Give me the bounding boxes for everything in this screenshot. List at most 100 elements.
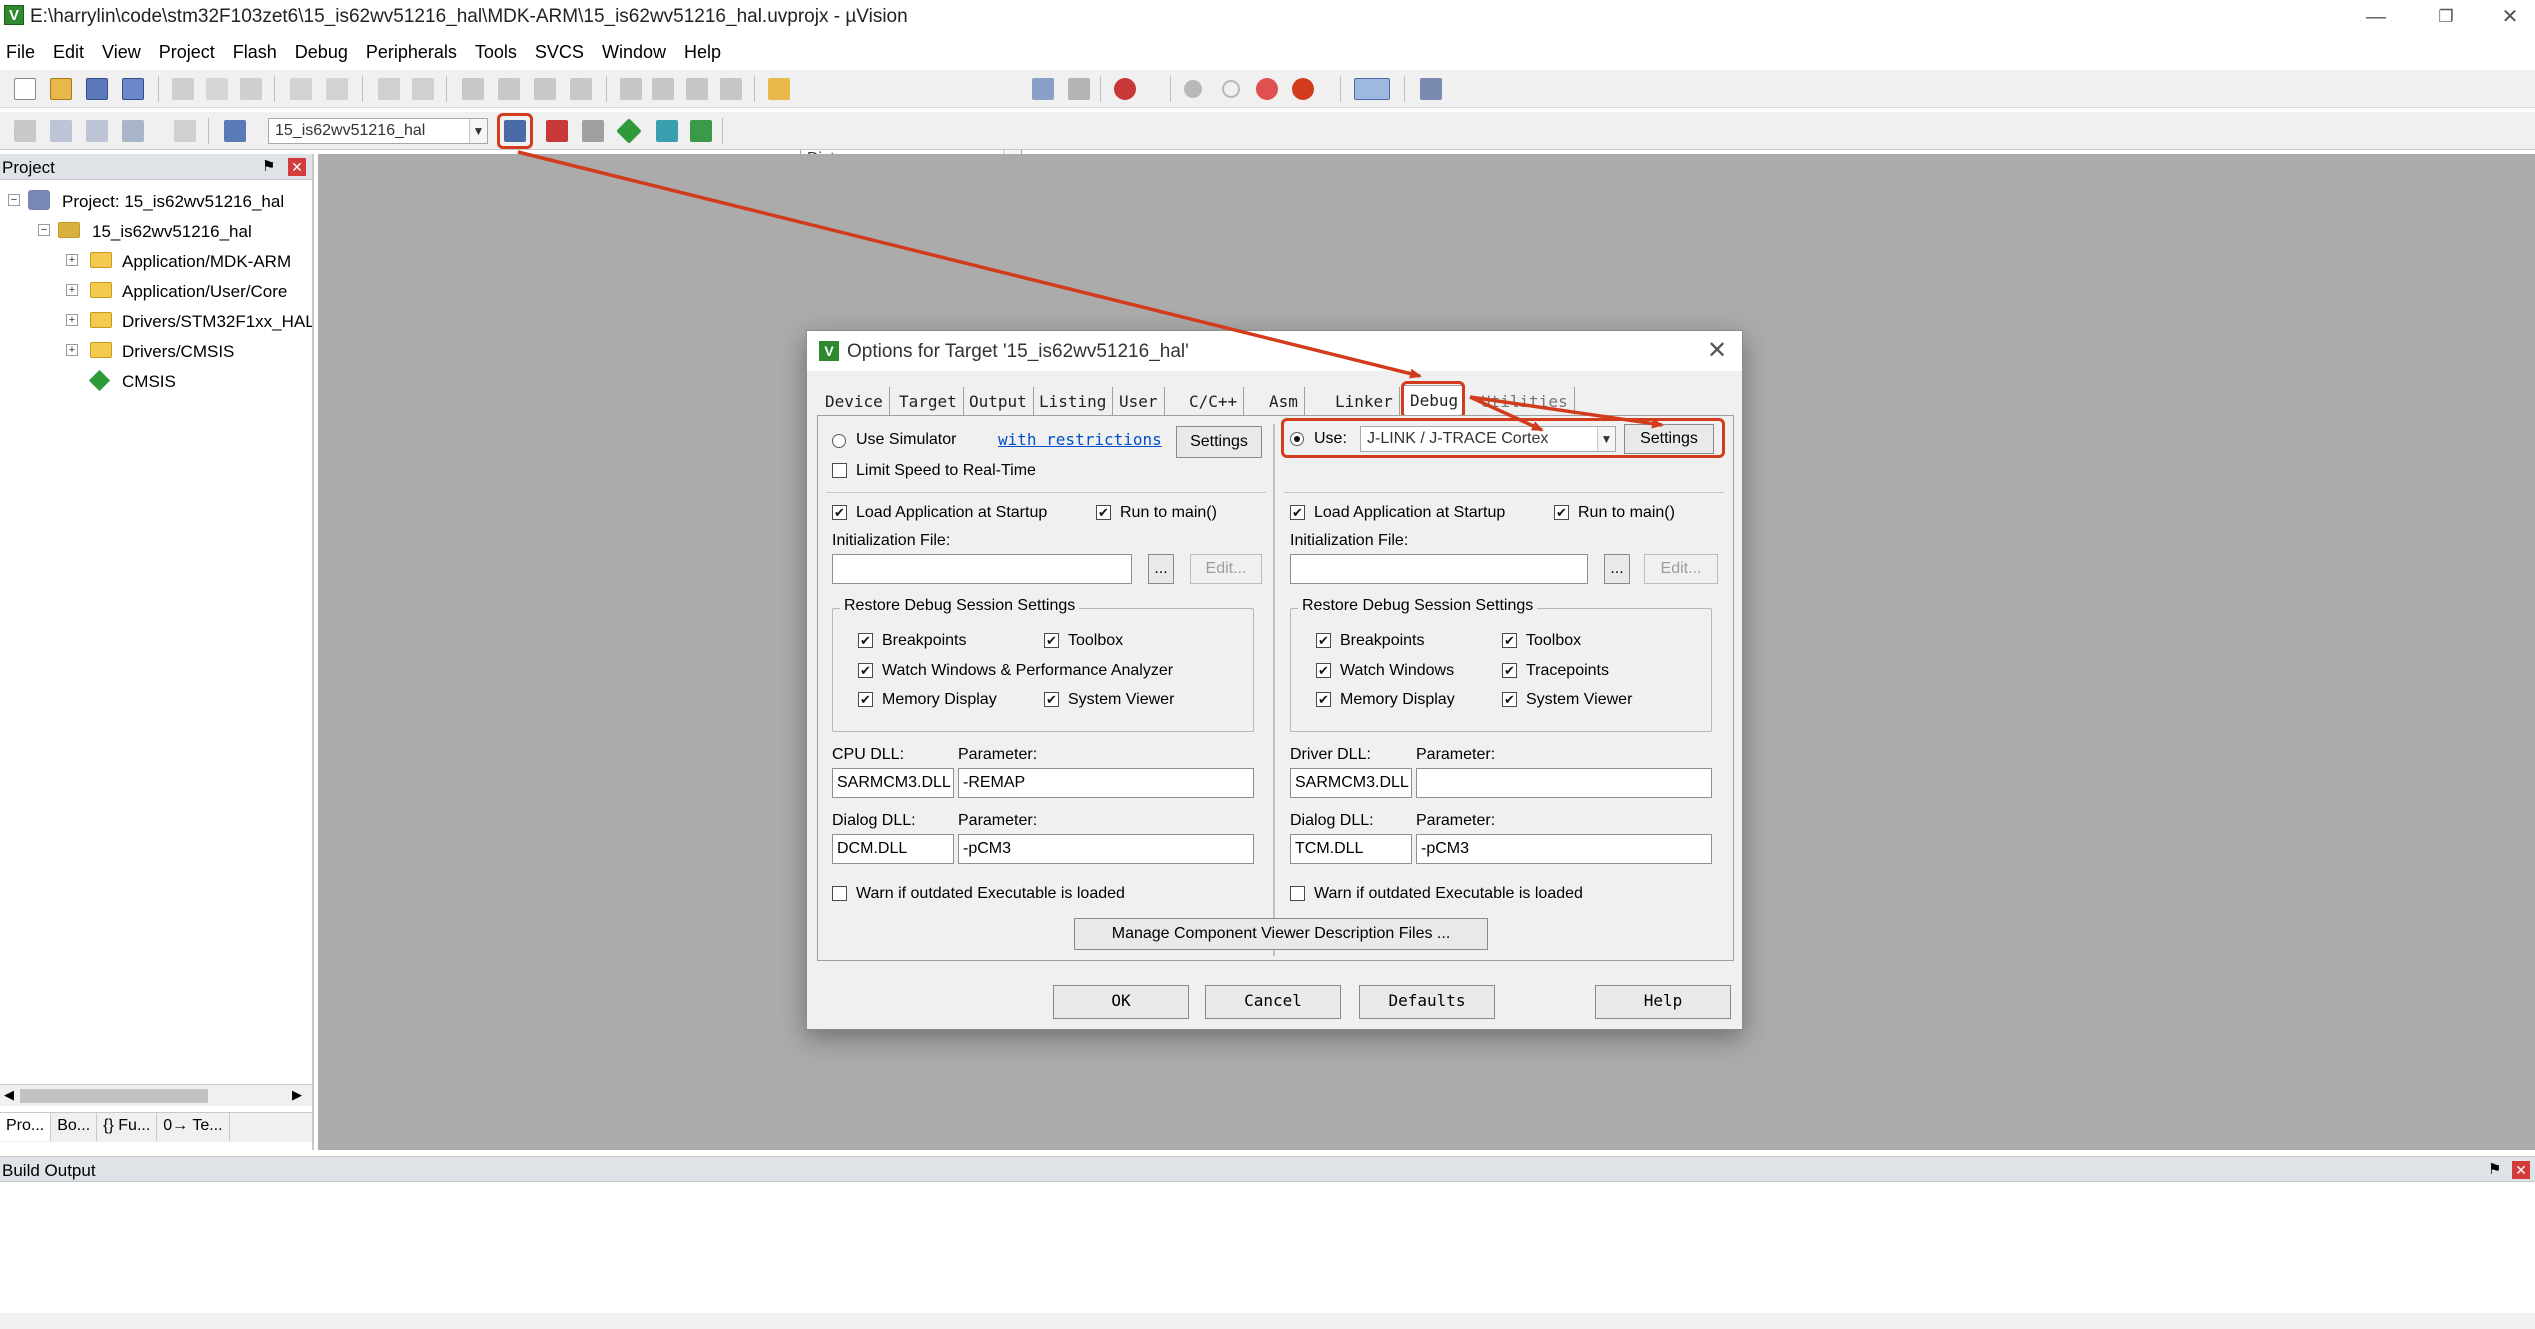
dialog-dll-input[interactable]: TCM.DLL — [1290, 834, 1412, 864]
menu-window[interactable]: Window — [593, 42, 675, 63]
expand-icon[interactable]: + — [66, 284, 78, 296]
manage-project-items-icon[interactable] — [546, 120, 568, 142]
configure-icon[interactable] — [1420, 78, 1442, 100]
menu-peripherals[interactable]: Peripherals — [357, 42, 466, 63]
cpu-parameter-input[interactable]: -REMAP — [958, 768, 1254, 798]
expand-icon[interactable]: + — [66, 254, 78, 266]
incremental-find-icon[interactable] — [1068, 78, 1090, 100]
horizontal-scrollbar[interactable]: ◀ ▶ — [0, 1084, 312, 1106]
breakpoints-checkbox[interactable]: ✔ — [1316, 633, 1331, 648]
tab-project[interactable]: Pro... — [0, 1113, 52, 1141]
bookmark-icon[interactable] — [462, 78, 484, 100]
save-all-icon[interactable] — [122, 78, 144, 100]
pin-icon[interactable]: ⚑ — [2488, 1160, 2501, 1178]
dialog-dll-input[interactable]: DCM.DLL — [832, 834, 954, 864]
menu-view[interactable]: View — [93, 42, 150, 63]
target-combo[interactable]: 15_is62wv51216_hal ▼ — [268, 118, 488, 144]
debug-driver-select[interactable]: J-LINK / J-TRACE Cortex ▼ — [1360, 426, 1616, 452]
save-icon[interactable] — [86, 78, 108, 100]
menu-tools[interactable]: Tools — [466, 42, 526, 63]
tab-functions[interactable]: {} Fu... — [97, 1113, 158, 1141]
comment-icon[interactable] — [686, 78, 708, 100]
tree-item-cmsis[interactable]: CMSIS — [0, 366, 312, 396]
initialization-file-input[interactable] — [832, 554, 1132, 584]
collapse-icon[interactable]: − — [38, 224, 50, 236]
cancel-button[interactable]: Cancel — [1205, 985, 1341, 1019]
window-layout-icon[interactable] — [1354, 78, 1390, 100]
load-application-checkbox[interactable]: ✔ — [1290, 505, 1305, 520]
batch-build-icon[interactable] — [122, 120, 144, 142]
menu-file[interactable]: File — [0, 42, 44, 63]
menu-flash[interactable]: Flash — [224, 42, 286, 63]
menu-edit[interactable]: Edit — [44, 42, 93, 63]
cut-icon[interactable] — [172, 78, 194, 100]
close-icon[interactable]: ✕ — [288, 158, 306, 176]
disable-breakpoints-icon[interactable] — [1256, 78, 1278, 100]
start-debug-icon[interactable] — [1114, 78, 1136, 100]
close-icon[interactable]: ✕ — [2512, 1161, 2530, 1179]
simulator-settings-button[interactable]: Settings — [1176, 426, 1262, 458]
build-icon[interactable] — [50, 120, 72, 142]
tree-item-group[interactable]: + Drivers/CMSIS — [0, 336, 312, 366]
menu-help[interactable]: Help — [675, 42, 730, 63]
expand-icon[interactable]: + — [66, 344, 78, 356]
collapse-icon[interactable]: − — [8, 194, 20, 206]
run-to-main-checkbox[interactable]: ✔ — [1096, 505, 1111, 520]
tab-templates[interactable]: 0→ Te... — [157, 1113, 230, 1141]
find-in-files-icon[interactable] — [768, 78, 790, 100]
scrollbar-thumb[interactable] — [20, 1089, 208, 1103]
chevron-down-icon[interactable]: ▼ — [469, 119, 487, 143]
dialog-parameter-input[interactable]: -pCM3 — [1416, 834, 1712, 864]
tab-cpp[interactable]: C/C++ — [1183, 387, 1245, 415]
tab-target[interactable]: Target — [893, 387, 964, 415]
translate-icon[interactable] — [14, 120, 36, 142]
build-output-scrollbar[interactable] — [0, 1313, 2535, 1329]
stop-build-icon[interactable] — [174, 120, 196, 142]
menu-svcs[interactable]: SVCS — [526, 42, 593, 63]
tab-output[interactable]: Output — [963, 387, 1034, 415]
dialog-close-icon[interactable]: ✕ — [1702, 337, 1732, 365]
watch-windows-checkbox[interactable]: ✔ — [1316, 663, 1331, 678]
tab-listing[interactable]: Listing — [1033, 387, 1114, 415]
tracepoints-checkbox[interactable]: ✔ — [1502, 663, 1517, 678]
browse-init-file-button[interactable]: ... — [1604, 554, 1630, 584]
options-for-target-icon[interactable] — [504, 120, 526, 142]
tree-item-group[interactable]: + Drivers/STM32F1xx_HAL — [0, 306, 312, 336]
redo-icon[interactable] — [326, 78, 348, 100]
new-file-icon[interactable] — [14, 78, 36, 100]
toolbox-checkbox[interactable]: ✔ — [1502, 633, 1517, 648]
limit-speed-checkbox[interactable] — [832, 463, 847, 478]
pin-icon[interactable]: ⚑ — [262, 157, 275, 175]
breakpoints-checkbox[interactable]: ✔ — [858, 633, 873, 648]
tab-user[interactable]: User — [1113, 387, 1165, 415]
tree-item-target[interactable]: − 15_is62wv51216_hal — [0, 216, 312, 246]
tab-device[interactable]: Device — [819, 387, 890, 415]
expand-icon[interactable]: + — [66, 314, 78, 326]
navigate-forward-icon[interactable] — [412, 78, 434, 100]
copy-icon[interactable] — [206, 78, 228, 100]
kill-breakpoints-icon[interactable] — [1292, 78, 1314, 100]
prev-bookmark-icon[interactable] — [498, 78, 520, 100]
with-restrictions-link[interactable]: with restrictions — [998, 430, 1162, 449]
menu-debug[interactable]: Debug — [286, 42, 357, 63]
run-to-main-checkbox[interactable]: ✔ — [1554, 505, 1569, 520]
help-button[interactable]: Help — [1595, 985, 1731, 1019]
defaults-button[interactable]: Defaults — [1359, 985, 1495, 1019]
next-bookmark-icon[interactable] — [534, 78, 556, 100]
select-packs-icon[interactable] — [582, 120, 604, 142]
tab-linker[interactable]: Linker — [1329, 387, 1400, 415]
rebuild-icon[interactable] — [86, 120, 108, 142]
dialog-parameter-input[interactable]: -pCM3 — [958, 834, 1254, 864]
load-application-checkbox[interactable]: ✔ — [832, 505, 847, 520]
driver-dll-input[interactable]: SARMCM3.DLL — [1290, 768, 1412, 798]
insert-breakpoint-icon[interactable] — [1184, 80, 1202, 98]
system-viewer-checkbox[interactable]: ✔ — [1502, 692, 1517, 707]
memory-display-checkbox[interactable]: ✔ — [1316, 692, 1331, 707]
navigate-back-icon[interactable] — [378, 78, 400, 100]
unindent-icon[interactable] — [652, 78, 674, 100]
memory-display-checkbox[interactable]: ✔ — [858, 692, 873, 707]
tree-item-project-root[interactable]: − Project: 15_is62wv51216_hal — [0, 186, 312, 216]
system-viewer-checkbox[interactable]: ✔ — [1044, 692, 1059, 707]
manage-run-time-environment-icon[interactable] — [616, 118, 642, 144]
download-load-icon[interactable] — [224, 120, 246, 142]
